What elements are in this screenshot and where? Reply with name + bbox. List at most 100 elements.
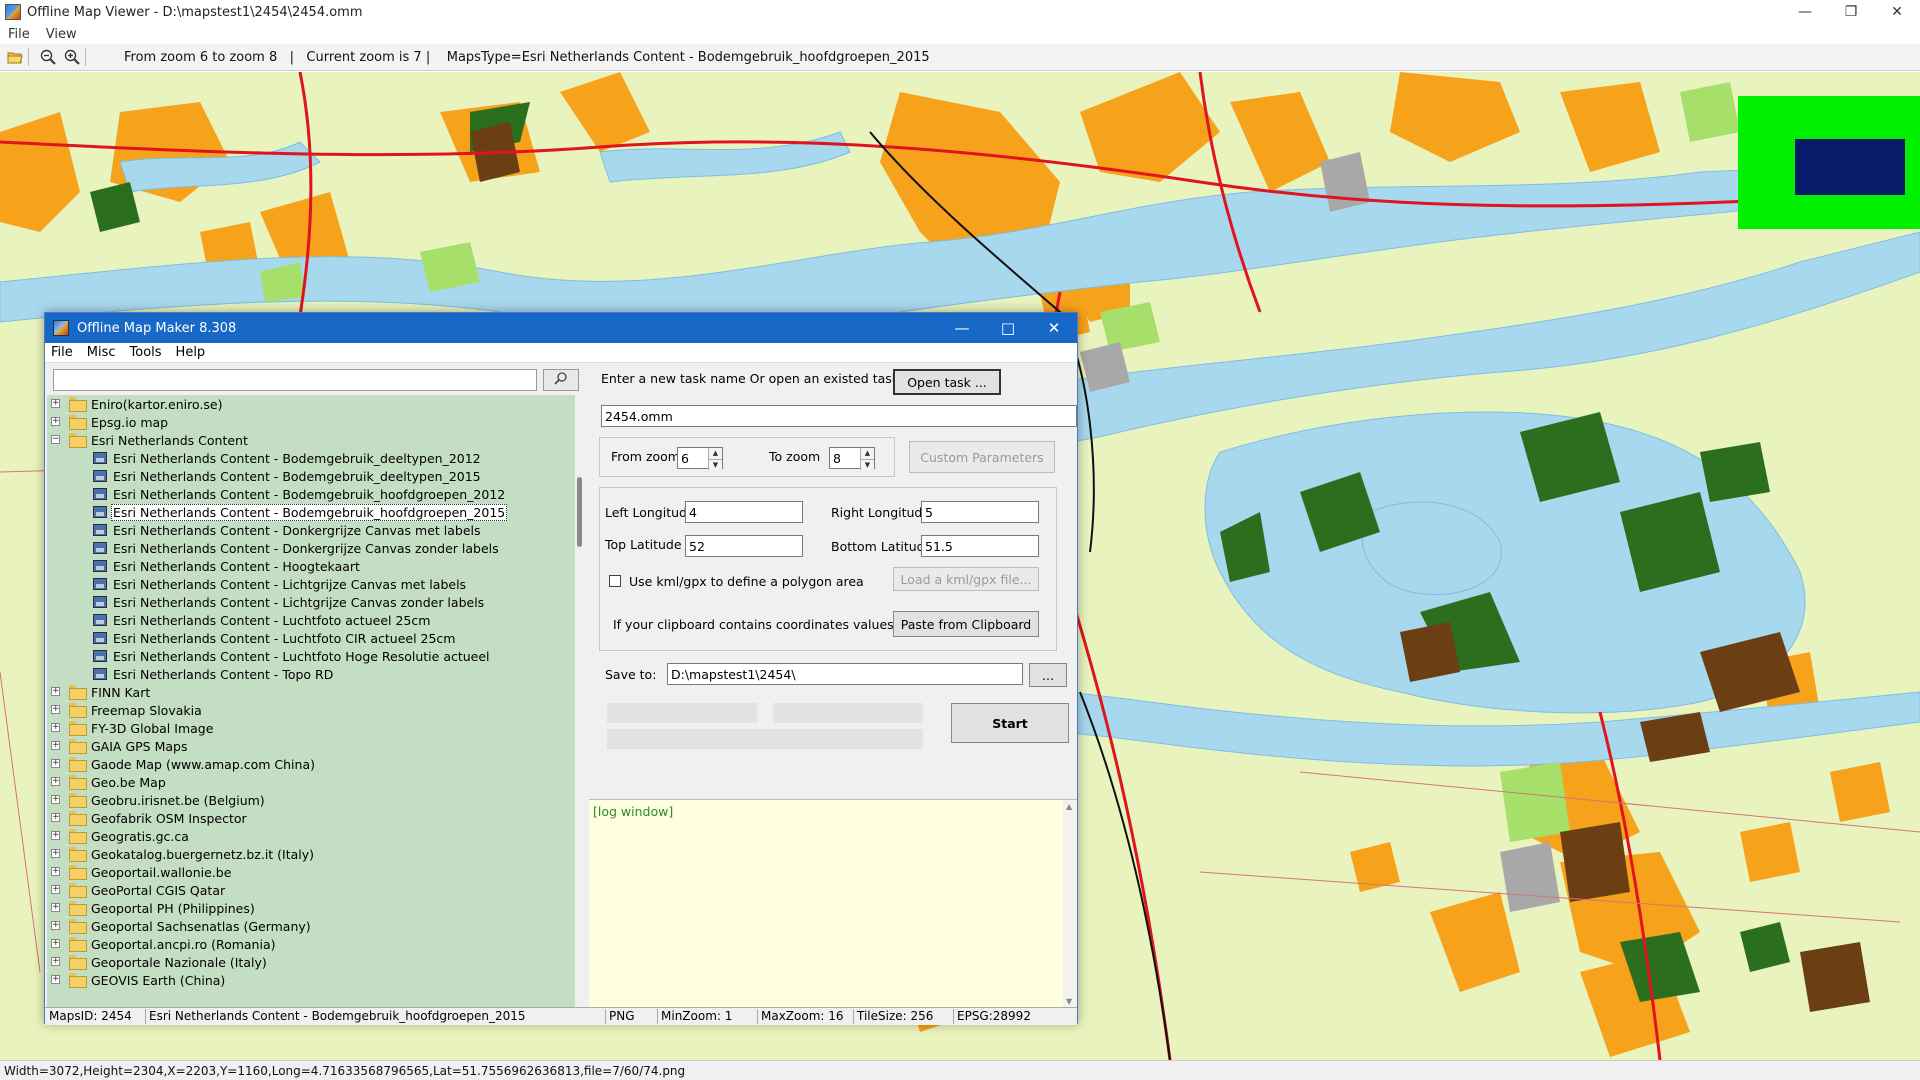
tree-item-map[interactable]: Esri Netherlands Content - Hoogtekaart bbox=[47, 557, 575, 575]
tree-item-folder[interactable]: + GEOVIS Earth (China) bbox=[47, 971, 575, 989]
from-zoom-spinner[interactable]: 6 ▲ ▼ bbox=[677, 447, 723, 470]
save-to-input[interactable] bbox=[667, 663, 1023, 685]
menu-file[interactable]: File bbox=[8, 27, 30, 42]
expand-icon[interactable]: + bbox=[51, 687, 60, 696]
scroll-down-icon[interactable]: ▼ bbox=[1066, 997, 1072, 1006]
tree-item-map[interactable]: Esri Netherlands Content - Luchtfoto CIR… bbox=[47, 629, 575, 647]
log-scrollbar[interactable]: ▲ ▼ bbox=[1063, 800, 1077, 1008]
expand-icon[interactable]: + bbox=[51, 723, 60, 732]
overview-map[interactable] bbox=[1738, 96, 1920, 229]
menu-help[interactable]: Help bbox=[176, 345, 206, 360]
log-window[interactable]: [log window] ▲ ▼ bbox=[589, 799, 1077, 1008]
tree-item-folder[interactable]: + Geo.be Map bbox=[47, 773, 575, 791]
menu-view[interactable]: View bbox=[46, 27, 77, 42]
minimize-icon[interactable]: — bbox=[1782, 0, 1828, 24]
tree-item-map[interactable]: Esri Netherlands Content - Lichtgrijze C… bbox=[47, 593, 575, 611]
dialog-close-icon[interactable]: ✕ bbox=[1031, 313, 1077, 343]
menu-tools[interactable]: Tools bbox=[130, 345, 162, 360]
tree-item-map[interactable]: Esri Netherlands Content - Donkergrijze … bbox=[47, 521, 575, 539]
tree-item-folder[interactable]: + Geofabrik OSM Inspector bbox=[47, 809, 575, 827]
tree-item-map[interactable]: Esri Netherlands Content - Lichtgrijze C… bbox=[47, 575, 575, 593]
expand-icon[interactable]: + bbox=[51, 795, 60, 804]
scroll-up-icon[interactable]: ▲ bbox=[1066, 802, 1072, 811]
tree-item-folder[interactable]: + GeoPortal CGIS Qatar bbox=[47, 881, 575, 899]
tree-item-map[interactable]: Esri Netherlands Content - Bodemgebruik_… bbox=[47, 485, 575, 503]
kml-checkbox[interactable] bbox=[609, 575, 621, 587]
tree-item-folder[interactable]: + FY-3D Global Image bbox=[47, 719, 575, 737]
collapse-icon[interactable]: − bbox=[51, 435, 60, 444]
browse-button[interactable]: ... bbox=[1029, 663, 1067, 687]
tree-item-map[interactable]: Esri Netherlands Content - Topo RD bbox=[47, 665, 575, 683]
spin-down-icon[interactable]: ▼ bbox=[861, 458, 874, 470]
tree-item-map[interactable]: Esri Netherlands Content - Bodemgebruik_… bbox=[47, 449, 575, 467]
expand-icon[interactable]: + bbox=[51, 921, 60, 930]
open-task-button[interactable]: Open task ... bbox=[893, 369, 1001, 395]
overview-viewport[interactable] bbox=[1795, 139, 1905, 195]
zoom-out-icon[interactable] bbox=[39, 48, 57, 66]
tree-item-folder[interactable]: + Gaode Map (www.amap.com China) bbox=[47, 755, 575, 773]
zoom-in-icon[interactable] bbox=[63, 48, 81, 66]
from-zoom-spin-buttons[interactable]: ▲ ▼ bbox=[708, 448, 722, 470]
tree-item-map[interactable]: Esri Netherlands Content - Bodemgebruik_… bbox=[47, 503, 575, 521]
menu-file[interactable]: File bbox=[51, 345, 73, 360]
tree-item-map[interactable]: Esri Netherlands Content - Luchtfoto act… bbox=[47, 611, 575, 629]
expand-icon[interactable]: + bbox=[51, 939, 60, 948]
tree-scrollbar[interactable] bbox=[575, 395, 585, 1007]
expand-icon[interactable]: + bbox=[51, 849, 60, 858]
paste-clipboard-button[interactable]: Paste from Clipboard bbox=[893, 611, 1039, 637]
to-zoom-spinner[interactable]: 8 ▲ ▼ bbox=[829, 447, 875, 470]
tree-scrollbar-thumb[interactable] bbox=[577, 477, 582, 547]
right-longitude-input[interactable] bbox=[921, 501, 1039, 523]
to-zoom-spin-buttons[interactable]: ▲ ▼ bbox=[860, 448, 874, 470]
expand-icon[interactable]: + bbox=[51, 885, 60, 894]
dialog-maximize-icon[interactable]: □ bbox=[985, 313, 1031, 343]
menu-misc[interactable]: Misc bbox=[87, 345, 116, 360]
tree-item-folder[interactable]: + Freemap Slovakia bbox=[47, 701, 575, 719]
tree-item-folder[interactable]: + Geoportal.ancpi.ro (Romania) bbox=[47, 935, 575, 953]
expand-icon[interactable]: + bbox=[51, 903, 60, 912]
tree-item-folder[interactable]: + GAIA GPS Maps bbox=[47, 737, 575, 755]
open-folder-icon[interactable] bbox=[6, 48, 24, 66]
expand-icon[interactable]: + bbox=[51, 813, 60, 822]
dialog-minimize-icon[interactable]: — bbox=[939, 313, 985, 343]
close-icon[interactable]: ✕ bbox=[1874, 0, 1920, 24]
restore-icon[interactable]: ❐ bbox=[1828, 0, 1874, 24]
tree-item-folder[interactable]: + Geoportal PH (Philippines) bbox=[47, 899, 575, 917]
bottom-latitude-input[interactable] bbox=[921, 535, 1039, 557]
top-latitude-input[interactable] bbox=[685, 535, 803, 557]
load-kml-button[interactable]: Load a kml/gpx file... bbox=[893, 567, 1039, 591]
tree-item-folder[interactable]: + FINN Kart bbox=[47, 683, 575, 701]
expand-icon[interactable]: + bbox=[51, 705, 60, 714]
custom-parameters-button[interactable]: Custom Parameters bbox=[909, 441, 1055, 473]
tree-item-folder[interactable]: + Geogratis.gc.ca bbox=[47, 827, 575, 845]
expand-icon[interactable]: + bbox=[51, 777, 60, 786]
start-button[interactable]: Start bbox=[951, 703, 1069, 743]
tree-item-folder[interactable]: + Geoportale Nazionale (Italy) bbox=[47, 953, 575, 971]
tree-item-folder[interactable]: + Geobru.irisnet.be (Belgium) bbox=[47, 791, 575, 809]
spin-up-icon[interactable]: ▲ bbox=[861, 448, 874, 459]
tree-item-map[interactable]: Esri Netherlands Content - Donkergrijze … bbox=[47, 539, 575, 557]
expand-icon[interactable]: + bbox=[51, 831, 60, 840]
expand-icon[interactable]: + bbox=[51, 759, 60, 768]
tree-item-folder[interactable]: + Geoportail.wallonie.be bbox=[47, 863, 575, 881]
left-longitude-input[interactable] bbox=[685, 501, 803, 523]
tree-item-map[interactable]: Esri Netherlands Content - Bodemgebruik_… bbox=[47, 467, 575, 485]
tree-item-folder[interactable]: + Epsg.io map bbox=[47, 413, 575, 431]
expand-icon[interactable]: + bbox=[51, 417, 60, 426]
spin-down-icon[interactable]: ▼ bbox=[709, 458, 722, 470]
expand-icon[interactable]: + bbox=[51, 741, 60, 750]
task-name-input[interactable] bbox=[601, 405, 1077, 427]
tree-item-map[interactable]: Esri Netherlands Content - Luchtfoto Hog… bbox=[47, 647, 575, 665]
search-button[interactable] bbox=[543, 369, 579, 391]
spin-up-icon[interactable]: ▲ bbox=[709, 448, 722, 459]
tree-item-folder[interactable]: − Esri Netherlands Content bbox=[47, 431, 575, 449]
map-source-tree[interactable]: + Eniro(kartor.eniro.se) + Epsg.io map − Esri… bbox=[47, 395, 575, 1007]
expand-icon[interactable]: + bbox=[51, 399, 60, 408]
expand-icon[interactable]: + bbox=[51, 957, 60, 966]
search-input[interactable] bbox=[53, 369, 537, 391]
tree-item-folder[interactable]: + Eniro(kartor.eniro.se) bbox=[47, 395, 575, 413]
expand-icon[interactable]: + bbox=[51, 867, 60, 876]
tree-item-folder[interactable]: + Geoportal Sachsenatlas (Germany) bbox=[47, 917, 575, 935]
tree-item-folder[interactable]: + Geokatalog.buergernetz.bz.it (Italy) bbox=[47, 845, 575, 863]
expand-icon[interactable]: + bbox=[51, 975, 60, 984]
